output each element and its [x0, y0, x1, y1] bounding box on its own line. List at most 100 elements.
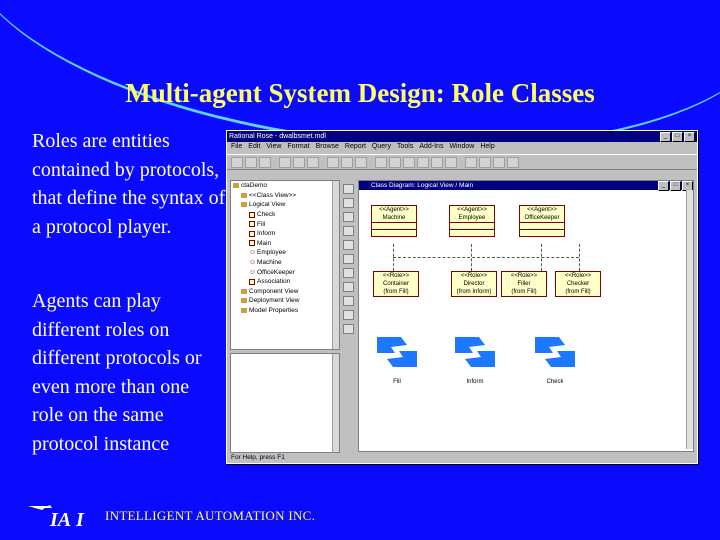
- window-titlebar[interactable]: Rational Rose - dwalbsmet.mdl _ □ ×: [227, 131, 697, 142]
- model-browser[interactable]: ctaDemo <<Class View>> Logical View Check Fi…: [230, 180, 340, 350]
- selection-tool-icon[interactable]: [343, 184, 354, 194]
- browse-previous-icon[interactable]: [445, 156, 457, 168]
- diagram-scrollbar[interactable]: [686, 190, 693, 449]
- browse-parent-icon[interactable]: [431, 156, 443, 168]
- maximize-icon[interactable]: □: [672, 131, 683, 142]
- browser-item-label: Association: [257, 278, 291, 286]
- role-name: Director: [463, 281, 485, 287]
- role-class-box[interactable]: <<Role>> Container (from Fill): [373, 271, 419, 297]
- menu-format[interactable]: Format: [287, 143, 309, 153]
- anchor-tool-icon[interactable]: [343, 226, 354, 236]
- role-stereotype: <<Role>>: [382, 273, 410, 279]
- menu-help[interactable]: Help: [480, 143, 494, 153]
- role-class-box[interactable]: <<Role>> Director (from Inform): [451, 271, 497, 297]
- aggregation-tool-icon[interactable]: [343, 282, 354, 292]
- generalization-tool-icon[interactable]: [343, 310, 354, 320]
- diagram-minimize-icon[interactable]: _: [658, 180, 669, 191]
- folder-icon: [233, 183, 239, 189]
- browser-item[interactable]: Fill: [231, 219, 339, 229]
- menu-file[interactable]: File: [231, 143, 242, 153]
- class-diagram-window[interactable]: Class Diagram: Logical View / Main _ □ ×…: [358, 180, 694, 452]
- browse-component-icon[interactable]: [403, 156, 415, 168]
- copy-icon[interactable]: [293, 156, 305, 168]
- browse-class-icon[interactable]: [375, 156, 387, 168]
- minimize-icon[interactable]: _: [660, 131, 671, 142]
- agent-class-box[interactable]: <<Agent>> OfficeKeeper: [519, 205, 565, 237]
- role-class-box[interactable]: <<Role>> Filler (from Fill): [501, 271, 547, 297]
- browser-item[interactable]: ☺ OfficeKeeper: [231, 267, 339, 277]
- menu-view[interactable]: View: [266, 143, 281, 153]
- text-tool-icon[interactable]: [343, 198, 354, 208]
- protocol-icon[interactable]: [451, 331, 499, 373]
- role-package: (from Fill): [383, 289, 409, 295]
- menu-addins[interactable]: Add-Ins: [419, 143, 443, 153]
- browse-deployment-icon[interactable]: [417, 156, 429, 168]
- note-tool-icon[interactable]: [343, 212, 354, 222]
- menu-report[interactable]: Report: [345, 143, 366, 153]
- new-icon[interactable]: [231, 156, 243, 168]
- zoom-out-icon[interactable]: [479, 156, 491, 168]
- fit-window-icon[interactable]: [493, 156, 505, 168]
- undo-fit-icon[interactable]: [507, 156, 519, 168]
- association-tool-icon[interactable]: [343, 268, 354, 278]
- diagram-close-icon[interactable]: ×: [682, 180, 693, 191]
- zoom-in-icon[interactable]: [465, 156, 477, 168]
- browser-scrollbar[interactable]: [332, 181, 339, 349]
- window-title: Rational Rose - dwalbsmet.mdl: [229, 133, 326, 140]
- browser-item[interactable]: Main: [231, 239, 339, 249]
- browser-item[interactable]: <<Class View>>: [231, 191, 339, 201]
- menu-window[interactable]: Window: [449, 143, 474, 153]
- save-icon[interactable]: [259, 156, 271, 168]
- protocol-icon[interactable]: [531, 331, 579, 373]
- browser-item-label: Model Properties: [249, 307, 299, 315]
- browse-interaction-icon[interactable]: [389, 156, 401, 168]
- browser-item[interactable]: Model Properties: [231, 306, 339, 316]
- agent-stereotype: <<Agent>>: [527, 207, 557, 213]
- help-icon[interactable]: [341, 156, 353, 168]
- browser-item[interactable]: ctaDemo: [231, 181, 339, 191]
- role-class-box[interactable]: <<Role>> Checker (from Fill): [555, 271, 601, 297]
- documentation-scrollbar[interactable]: [332, 354, 339, 452]
- menu-query[interactable]: Query: [372, 143, 391, 153]
- browser-item[interactable]: Deployment View: [231, 296, 339, 306]
- print-icon[interactable]: [327, 156, 339, 168]
- menu-edit[interactable]: Edit: [248, 143, 260, 153]
- browser-item[interactable]: Association: [231, 277, 339, 287]
- documentation-pane[interactable]: [230, 353, 340, 453]
- context-help-icon[interactable]: [355, 156, 367, 168]
- browser-item[interactable]: Check: [231, 210, 339, 220]
- browser-item[interactable]: Logical View: [231, 200, 339, 210]
- menu-browse[interactable]: Browse: [316, 143, 339, 153]
- iai-logo-icon: IA I: [28, 505, 85, 530]
- role-package: (from Fill): [565, 289, 591, 295]
- browser-item[interactable]: Component View: [231, 287, 339, 297]
- class-icon: [249, 230, 255, 237]
- diagram-titlebar[interactable]: Class Diagram: Logical View / Main _ □ ×: [359, 180, 693, 191]
- paste-icon[interactable]: [307, 156, 319, 168]
- open-icon[interactable]: [245, 156, 257, 168]
- close-icon[interactable]: ×: [684, 131, 695, 142]
- diagram-maximize-icon[interactable]: □: [670, 180, 681, 191]
- menu-tools[interactable]: Tools: [397, 143, 413, 153]
- agent-class-box[interactable]: <<Agent>> Employee: [449, 205, 495, 237]
- agent-name: Machine: [382, 215, 406, 221]
- cut-icon[interactable]: [279, 156, 291, 168]
- dependency-tool-icon[interactable]: [343, 296, 354, 306]
- browser-item[interactable]: Inform: [231, 229, 339, 239]
- browser-item[interactable]: ☺ Employee: [231, 248, 339, 258]
- package-tool-icon[interactable]: [343, 324, 354, 334]
- status-bar: For Help, press F1: [231, 454, 285, 461]
- browser-item[interactable]: ☺ Machine: [231, 258, 339, 268]
- class-icon: [249, 211, 255, 218]
- protocol-icon[interactable]: [373, 331, 421, 373]
- agent-class-box[interactable]: <<Agent>> Machine: [371, 205, 417, 237]
- class-tool-icon[interactable]: [343, 240, 354, 250]
- diagram-toolbox: [341, 180, 355, 460]
- class-icon: [249, 278, 255, 285]
- interface-tool-icon[interactable]: [343, 254, 354, 264]
- role-name: Checker: [566, 281, 590, 287]
- browser-item-label: Employee: [257, 249, 286, 257]
- protocol-label: Inform: [466, 379, 484, 385]
- agents-paragraph: Agents can play different roles on diffe…: [32, 290, 202, 455]
- agent-stereotype: <<Agent>>: [457, 207, 487, 213]
